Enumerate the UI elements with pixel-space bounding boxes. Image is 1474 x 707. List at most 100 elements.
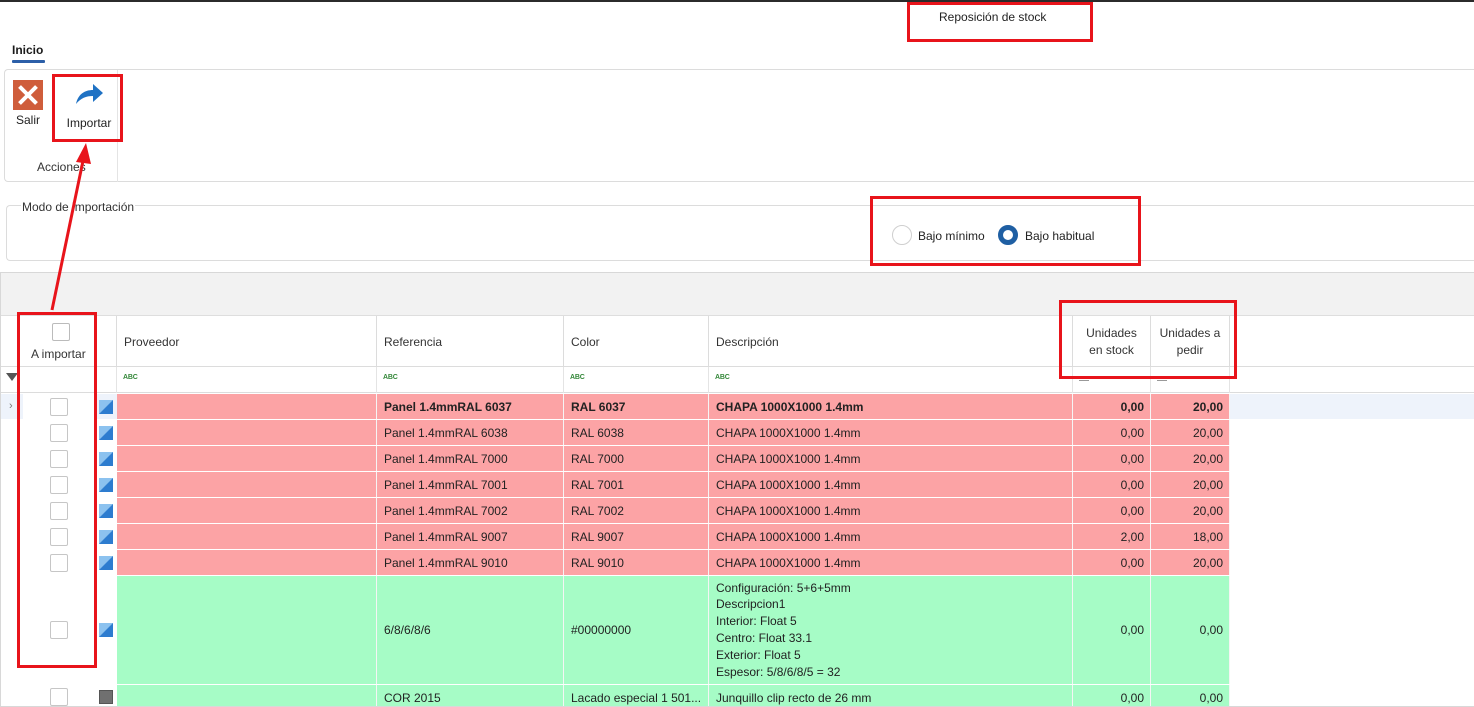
tab-active-indicator xyxy=(12,60,45,63)
text-filter-icon: ABC xyxy=(383,374,398,381)
select-all-checkbox[interactable] xyxy=(52,323,70,341)
salir-button[interactable]: Salir xyxy=(11,80,45,127)
cell-referencia: Panel 1.4mmRAL 6038 xyxy=(377,420,564,445)
importar-button[interactable]: Importar xyxy=(57,80,121,130)
cell-descripcion: CHAPA 1000X1000 1.4mm xyxy=(709,472,1073,497)
row-checkbox[interactable] xyxy=(50,528,68,546)
cell-unidades-stock: 0,00 xyxy=(1073,472,1151,497)
item-type-icon xyxy=(99,530,113,544)
cell-proveedor xyxy=(117,394,377,419)
header-color[interactable]: Color xyxy=(564,316,709,367)
row-checkbox[interactable] xyxy=(50,424,68,442)
cell-proveedor xyxy=(117,446,377,471)
row-checkbox[interactable] xyxy=(50,398,68,416)
cell-unidades-pedir: 18,00 xyxy=(1151,524,1230,549)
table-row[interactable]: Panel 1.4mmRAL 7001 RAL 7001 CHAPA 1000X… xyxy=(1,472,1474,498)
cell-unidades-stock: 0,00 xyxy=(1073,420,1151,445)
cell-unidades-stock: 0,00 xyxy=(1073,576,1151,684)
filter-unidades-stock[interactable] xyxy=(1073,367,1151,393)
cell-color: RAL 7001 xyxy=(564,472,709,497)
cell-unidades-pedir: 20,00 xyxy=(1151,394,1230,419)
cell-referencia: Panel 1.4mmRAL 9010 xyxy=(377,550,564,575)
header-unidades-stock[interactable]: Unidades en stock xyxy=(1073,316,1151,367)
row-checkbox[interactable] xyxy=(50,554,68,572)
row-checkbox[interactable] xyxy=(50,450,68,468)
salir-label: Salir xyxy=(15,113,40,127)
data-grid: A importar Proveedor Referencia Color De… xyxy=(0,272,1474,707)
table-row[interactable]: Panel 1.4mmRAL 9007 RAL 9007 CHAPA 1000X… xyxy=(1,524,1474,550)
filter-toggle[interactable] xyxy=(1,367,23,393)
header-row-indicator xyxy=(1,316,23,367)
equals-filter-icon xyxy=(1157,376,1167,381)
cell-descripcion: CHAPA 1000X1000 1.4mm xyxy=(709,446,1073,471)
item-type-icon xyxy=(99,690,113,704)
cell-color: RAL 9007 xyxy=(564,524,709,549)
table-row[interactable]: Panel 1.4mmRAL 7002 RAL 7002 CHAPA 1000X… xyxy=(1,498,1474,524)
header-descripcion-label: Descripción xyxy=(716,335,779,349)
radio-bajo-minimo-label[interactable]: Bajo mínimo xyxy=(918,229,985,243)
filter-proveedor[interactable]: ABC xyxy=(117,367,377,393)
item-type-icon xyxy=(99,400,113,414)
filter-unidades-pedir[interactable] xyxy=(1151,367,1230,393)
import-mode-legend: Modo de importación xyxy=(21,200,136,214)
radio-bajo-minimo[interactable] xyxy=(892,225,912,245)
table-row[interactable]: Panel 1.4mmRAL 6038 RAL 6038 CHAPA 1000X… xyxy=(1,420,1474,446)
table-row[interactable]: Panel 1.4mmRAL 7000 RAL 7000 CHAPA 1000X… xyxy=(1,446,1474,472)
radio-bajo-habitual-label[interactable]: Bajo habitual xyxy=(1025,229,1094,243)
row-indicator-icon: › xyxy=(9,400,13,412)
equals-filter-icon xyxy=(1079,376,1089,381)
header-proveedor-label: Proveedor xyxy=(124,335,180,349)
cell-proveedor xyxy=(117,524,377,549)
close-icon xyxy=(13,80,43,110)
cell-descripcion: CHAPA 1000X1000 1.4mm xyxy=(709,498,1073,523)
item-type-icon xyxy=(99,623,113,637)
table-row[interactable]: Panel 1.4mmRAL 9010 RAL 9010 CHAPA 1000X… xyxy=(1,550,1474,576)
header-descripcion[interactable]: Descripción xyxy=(709,316,1073,367)
cell-unidades-pedir: 20,00 xyxy=(1151,550,1230,575)
cell-color: RAL 7000 xyxy=(564,446,709,471)
table-row[interactable]: 6/8/6/8/6 #00000000 Configuración: 5+6+5… xyxy=(1,576,1474,685)
header-type xyxy=(97,316,117,367)
cell-proveedor xyxy=(117,498,377,523)
item-type-icon xyxy=(99,504,113,518)
cell-proveedor xyxy=(117,550,377,575)
cell-referencia: Panel 1.4mmRAL 7000 xyxy=(377,446,564,471)
radio-bajo-habitual[interactable] xyxy=(998,225,1018,245)
cell-referencia: Panel 1.4mmRAL 7002 xyxy=(377,498,564,523)
header-a-importar-label: A importar xyxy=(31,347,86,361)
import-mode-group xyxy=(6,205,1474,261)
window-title: Reposición de stock xyxy=(939,10,1047,24)
cell-unidades-stock: 0,00 xyxy=(1073,446,1151,471)
cell-unidades-stock: 0,00 xyxy=(1073,394,1151,419)
header-unidades-pedir[interactable]: Unidades a pedir xyxy=(1151,316,1230,367)
cell-color: Lacado especial 1 501... xyxy=(564,685,709,706)
filter-descripcion[interactable]: ABC xyxy=(709,367,1073,393)
cell-descripcion: CHAPA 1000X1000 1.4mm xyxy=(709,394,1073,419)
header-proveedor[interactable]: Proveedor xyxy=(117,316,377,367)
row-checkbox[interactable] xyxy=(50,621,68,639)
cell-color: #00000000 xyxy=(564,576,709,684)
cell-descripcion: Junquillo clip recto de 26 mm xyxy=(709,685,1073,706)
cell-color: RAL 9010 xyxy=(564,550,709,575)
filter-referencia[interactable]: ABC xyxy=(377,367,564,393)
text-filter-icon: ABC xyxy=(570,374,585,381)
filter-a-importar[interactable] xyxy=(23,367,97,393)
filter-type xyxy=(97,367,117,393)
cell-unidades-stock: 0,00 xyxy=(1073,685,1151,706)
header-filler xyxy=(1230,316,1474,367)
header-a-importar[interactable]: A importar xyxy=(23,316,97,367)
text-filter-icon: ABC xyxy=(123,374,138,381)
cell-descripcion: CHAPA 1000X1000 1.4mm xyxy=(709,420,1073,445)
ribbon: Salir Importar Acciones xyxy=(4,69,1474,182)
row-checkbox[interactable] xyxy=(50,502,68,520)
cell-referencia: Panel 1.4mmRAL 7001 xyxy=(377,472,564,497)
filter-color[interactable]: ABC xyxy=(564,367,709,393)
table-row[interactable]: › Panel 1.4mmRAL 6037 RAL 6037 CHAPA 100… xyxy=(1,394,1474,420)
cell-color: RAL 7002 xyxy=(564,498,709,523)
header-referencia[interactable]: Referencia xyxy=(377,316,564,367)
cell-descripcion: Configuración: 5+6+5mm Descripcion1 Inte… xyxy=(709,576,1073,684)
row-checkbox[interactable] xyxy=(50,476,68,494)
tab-inicio[interactable]: Inicio xyxy=(12,43,43,57)
row-checkbox[interactable] xyxy=(50,688,68,706)
table-row[interactable]: COR 2015 Lacado especial 1 501... Junqui… xyxy=(1,685,1474,706)
